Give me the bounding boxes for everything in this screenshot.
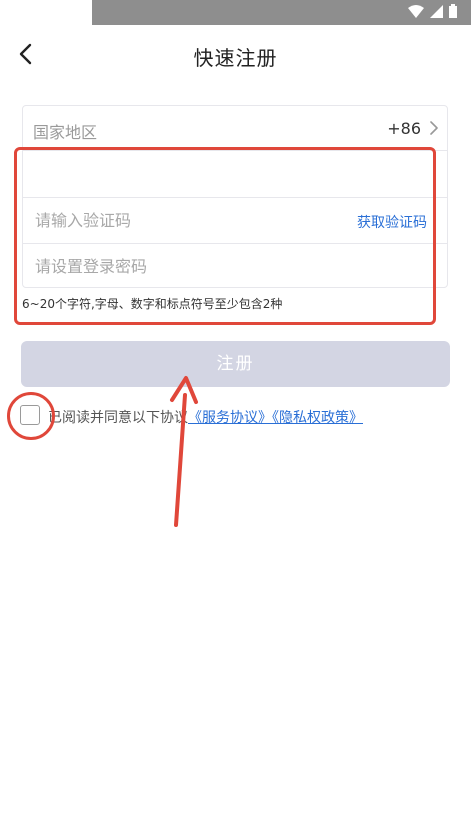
agreement-text: 已阅读并同意以下协议《服务协议》《隐私权政策》 <box>48 407 363 427</box>
verification-code-row: 获取验证码 <box>23 198 447 244</box>
signal-icon <box>430 4 443 18</box>
chevron-right-icon <box>430 121 438 135</box>
agreement-row: 已阅读并同意以下协议《服务协议》《隐私权政策》 <box>20 403 440 429</box>
battery-icon <box>449 4 457 18</box>
register-button[interactable]: 注册 <box>21 341 450 387</box>
get-code-button[interactable]: 获取验证码 <box>357 212 427 232</box>
agreement-label: 已阅读并同意以下协议 <box>48 410 188 426</box>
privacy-policy-link[interactable]: 《隐私权政策》 <box>272 410 363 426</box>
password-row <box>23 244 447 289</box>
country-code-value: +86 <box>387 119 421 138</box>
password-input[interactable] <box>35 244 335 289</box>
phone-number-input[interactable] <box>35 151 335 197</box>
annotation-arrow <box>170 376 198 527</box>
wifi-icon <box>408 4 424 18</box>
page-title: 快速注册 <box>193 46 278 70</box>
verification-code-input[interactable] <box>35 198 335 243</box>
password-hint: 6~20个字符,字母、数字和标点符号至少包含2种 <box>22 297 283 311</box>
status-bar <box>92 0 471 25</box>
service-agreement-link[interactable]: 《服务协议》 <box>188 410 272 426</box>
agreement-checkbox[interactable] <box>20 405 40 425</box>
registration-form: 国家地区 +86 获取验证码 <box>22 105 448 289</box>
phone-row <box>23 151 447 198</box>
country-region-label: 国家地区 <box>33 123 98 142</box>
country-region-selector[interactable]: 国家地区 +86 <box>23 106 447 151</box>
navigation-bar: 快速注册 <box>0 30 471 82</box>
